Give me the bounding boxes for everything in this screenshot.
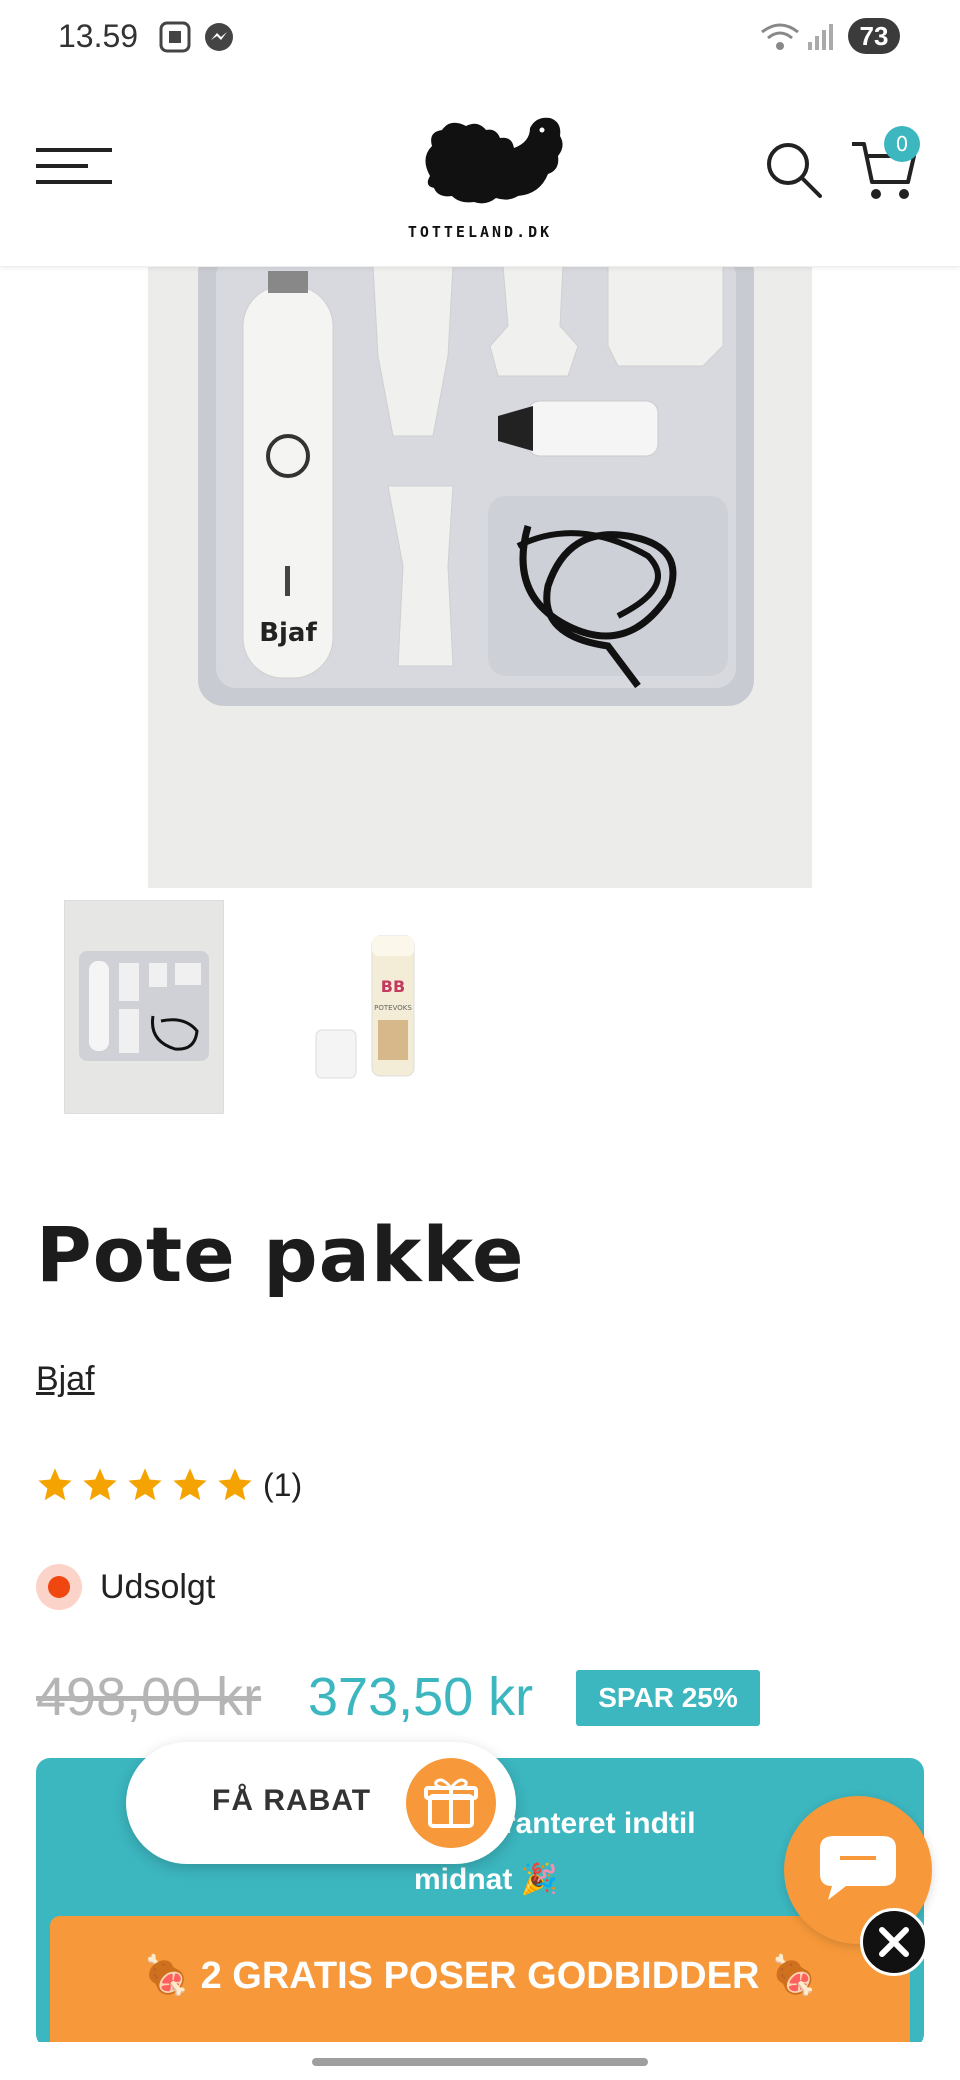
product-brand-link[interactable]: Bjaf bbox=[36, 1360, 95, 1399]
chat-close-button[interactable] bbox=[860, 1908, 928, 1976]
free-treats-bar[interactable]: 🍖 2 GRATIS POSER GODBIDDER 🍖 bbox=[50, 1916, 910, 2048]
product-title: Pote pakke bbox=[36, 1210, 525, 1299]
wifi-icon bbox=[761, 23, 799, 50]
status-bar: 13.59 73 bbox=[0, 0, 960, 80]
stock-status: Udsolgt bbox=[36, 1564, 215, 1610]
home-gesture-handle[interactable] bbox=[312, 2058, 648, 2066]
status-time: 13.59 bbox=[58, 18, 139, 54]
star-icon bbox=[218, 1468, 252, 1501]
thumbnail-bb-label: BB bbox=[381, 977, 405, 996]
discount-widget[interactable]: FÅ RABAT bbox=[126, 1742, 516, 1864]
star-icon bbox=[128, 1468, 162, 1501]
system-nav-bar bbox=[0, 2042, 960, 2080]
thumbnail-potevoks[interactable]: BB POTEVOKS bbox=[290, 900, 450, 1112]
screenshot-icon bbox=[159, 21, 191, 53]
image-brand-text: Bjaf bbox=[259, 618, 317, 648]
thumbnail-kit[interactable] bbox=[64, 900, 224, 1114]
star-icon bbox=[38, 1468, 72, 1501]
stock-status-text: Udsolgt bbox=[100, 1567, 216, 1606]
discount-label: FÅ RABAT bbox=[212, 1784, 372, 1817]
star-icon bbox=[173, 1468, 207, 1501]
price-sale: 373,50 kr bbox=[308, 1667, 534, 1727]
product-main-image[interactable]: Bjaf bbox=[148, 266, 812, 888]
rating-count: (1) bbox=[263, 1466, 303, 1503]
price-original: 498,00 kr bbox=[36, 1667, 262, 1727]
stock-dot-icon bbox=[36, 1564, 82, 1610]
messenger-icon bbox=[205, 23, 233, 51]
dog-logo-icon bbox=[425, 117, 563, 204]
gift-button[interactable] bbox=[406, 1758, 496, 1848]
site-header: TOTTELAND.DK 0 bbox=[0, 80, 960, 267]
search-icon[interactable] bbox=[764, 140, 824, 200]
thumbnail-kit-image bbox=[65, 901, 223, 1113]
close-icon bbox=[879, 1927, 909, 1957]
logo-text: TOTTELAND.DK bbox=[407, 223, 553, 241]
thumbnail-product-label: POTEVOKS bbox=[374, 1004, 412, 1012]
thumbnail-potevoks-image: BB POTEVOKS bbox=[290, 900, 450, 1112]
save-badge: SPAR 25% bbox=[576, 1670, 760, 1726]
signal-icon bbox=[808, 24, 833, 50]
battery-indicator: 73 bbox=[848, 18, 900, 54]
free-treats-text: 🍖 2 GRATIS POSER GODBIDDER 🍖 bbox=[142, 1955, 818, 1997]
menu-icon[interactable] bbox=[36, 142, 116, 192]
product-rating[interactable]: (1) bbox=[36, 1462, 302, 1508]
cart-count-badge: 0 bbox=[884, 126, 920, 162]
gift-icon bbox=[424, 1778, 478, 1828]
site-logo[interactable]: TOTTELAND.DK bbox=[390, 98, 570, 248]
grooming-kit-image: Bjaf bbox=[148, 266, 812, 888]
star-icon bbox=[83, 1468, 117, 1501]
